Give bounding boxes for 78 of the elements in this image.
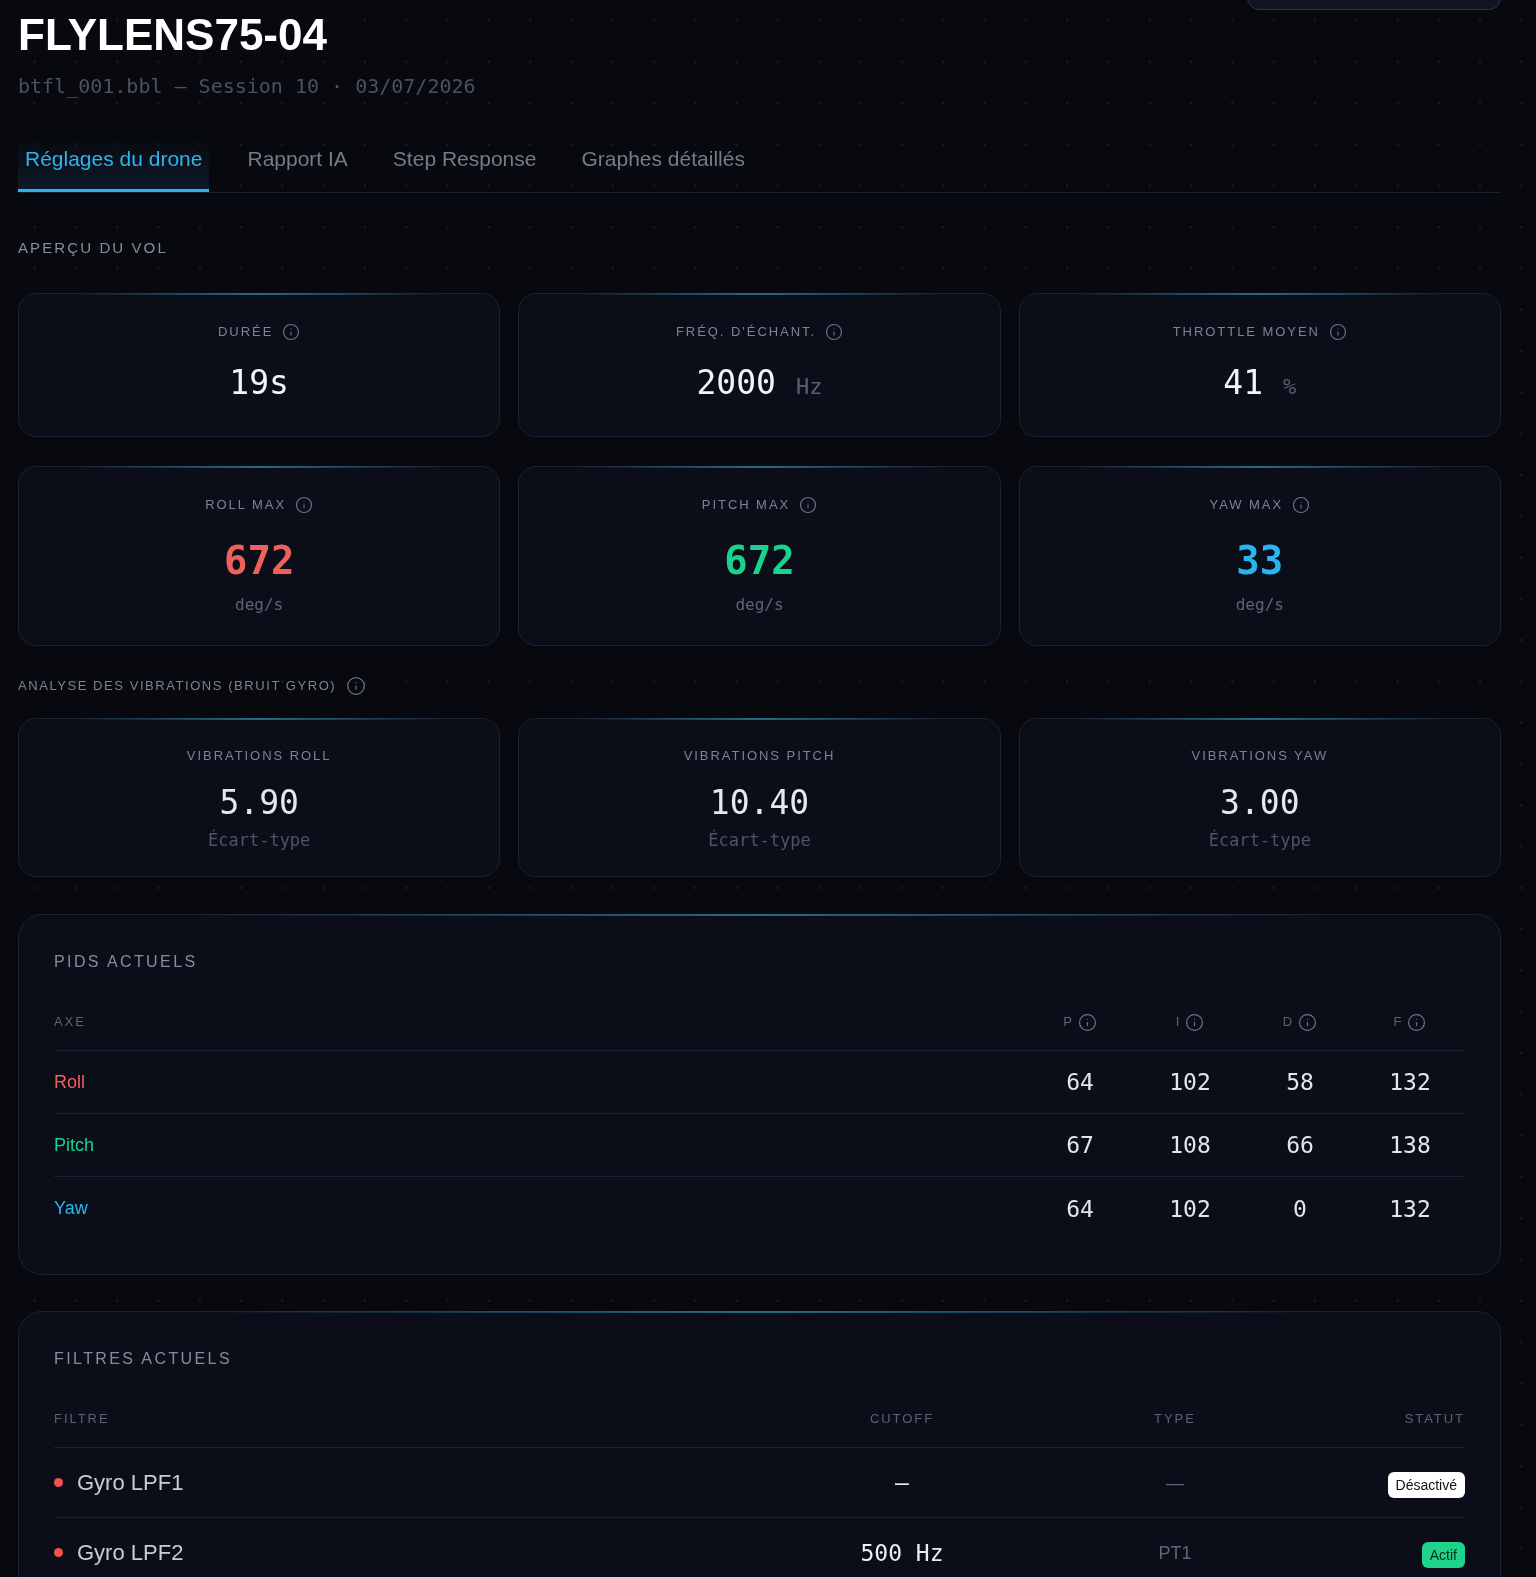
stat-unit: deg/s [735, 594, 784, 616]
stat-value: 672 [724, 538, 795, 584]
table-cell-text: 102 [1168, 1194, 1212, 1223]
info-icon [1077, 1012, 1097, 1032]
stat-value: 5.90 [219, 783, 299, 823]
stat-unit: % [1283, 373, 1297, 401]
axis-label: Pitch [54, 1134, 95, 1155]
card-label: PITCH MAX [701, 496, 791, 514]
column-header: TYPE [1153, 1410, 1197, 1428]
stat-note: Écart-type [208, 829, 311, 851]
info-icon [295, 496, 314, 514]
section-title: ANALYSE DES VIBRATIONS (BRUIT GYRO) [18, 677, 337, 695]
stat-value: 41 [1223, 363, 1264, 403]
panel-title: FILTRES ACTUELS [54, 1349, 233, 1369]
session-subtitle: btfl_001.bbl — Session 10 · 03/07/2026 [18, 73, 476, 100]
table-cell-text: 132 [1388, 1194, 1432, 1223]
axis-label: Yaw [54, 1198, 88, 1218]
stat-note: Écart-type [708, 829, 811, 851]
info-icon [799, 496, 818, 514]
table-cell-text: 0 [1292, 1194, 1308, 1223]
stat-value: 3.00 [1220, 783, 1300, 823]
table-cell-text: 66 [1285, 1131, 1315, 1159]
column-header: CUTOFF [868, 1410, 936, 1428]
stat-value: 672 [223, 538, 295, 584]
info-icon [1292, 496, 1311, 514]
column-header: F [1393, 1013, 1404, 1031]
table-cell-text: 67 [1065, 1131, 1095, 1159]
info-icon [1328, 323, 1347, 341]
column-header: STATUT [1403, 1410, 1465, 1428]
info-icon [825, 323, 844, 341]
card-label: ROLL MAX [205, 496, 287, 514]
info-icon [1298, 1012, 1318, 1032]
table-cell-text: 138 [1388, 1131, 1432, 1159]
page-title: FLYLENS75-04 [18, 13, 328, 57]
stat-unit: deg/s [235, 594, 284, 616]
info-icon [1185, 1012, 1205, 1032]
table-cell-text: 64 [1065, 1194, 1095, 1223]
section-title: APERÇU DU VOL [18, 238, 169, 258]
table-cell-text: — [894, 1468, 910, 1497]
card-label: VIBRATIONS YAW [1191, 747, 1329, 765]
filter-name: Gyro LPF2 [77, 1538, 184, 1567]
table-cell-text: 132 [1388, 1068, 1432, 1096]
card-label: DURÉE [218, 323, 274, 341]
status-badge: Actif [1421, 1542, 1465, 1568]
column-header: I [1175, 1013, 1182, 1031]
card-label: FRÉQ. D'ÉCHANT. [675, 323, 817, 341]
column-header: AXE [54, 1013, 87, 1031]
card-label: VIBRATIONS ROLL [186, 747, 332, 765]
table-cell-text: 102 [1168, 1068, 1212, 1096]
status-badge: Désactivé [1387, 1472, 1465, 1498]
stat-value: 19s [229, 363, 289, 403]
table-cell-text: PT1 [1157, 1541, 1193, 1565]
stat-value: 10.40 [709, 783, 810, 823]
card-label: YAW MAX [1209, 496, 1284, 514]
panel-title: PIDS ACTUELS [54, 952, 199, 972]
card-label: VIBRATIONS PITCH [683, 747, 836, 765]
table-cell-text: — [1165, 1471, 1185, 1495]
stat-unit: deg/s [1235, 594, 1284, 616]
tab[interactable]: Step Response [385, 137, 544, 192]
column-header: D [1282, 1013, 1295, 1031]
table-cell-text: 58 [1285, 1068, 1315, 1096]
stat-unit: Hz [796, 373, 823, 401]
filter-name: Gyro LPF1 [77, 1468, 184, 1497]
info-icon [1407, 1012, 1427, 1032]
column-header: FILTRE [54, 1410, 111, 1428]
stat-note: Écart-type [1208, 829, 1311, 851]
card-label: THROTTLE MOYEN [1172, 323, 1320, 341]
table-cell-text: 108 [1168, 1131, 1212, 1159]
table-cell-text: 500 Hz [859, 1538, 945, 1567]
info-icon [282, 323, 301, 341]
tab[interactable]: Rapport IA [240, 137, 355, 192]
stat-value: 33 [1236, 538, 1284, 584]
axis-label: Roll [54, 1071, 85, 1092]
stat-value: 2000 [696, 363, 776, 403]
info-icon [346, 676, 367, 696]
column-header: P [1063, 1013, 1074, 1031]
tab[interactable]: Graphes détaillés [574, 137, 752, 192]
table-cell-text: 64 [1065, 1068, 1095, 1096]
